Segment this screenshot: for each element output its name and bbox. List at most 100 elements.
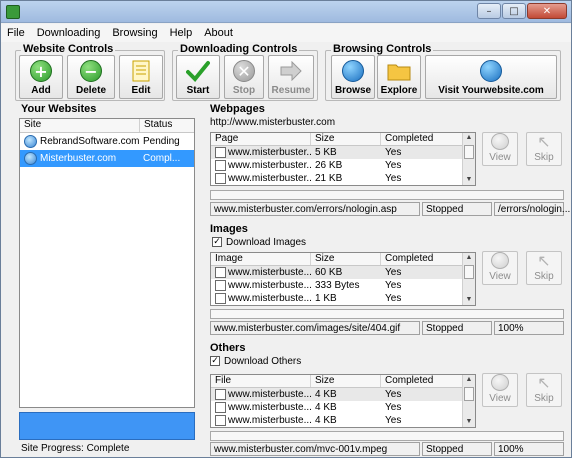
scroll-up-icon[interactable]: ▲ (463, 133, 475, 143)
group-title: Browsing Controls (331, 43, 434, 55)
download-images-option[interactable]: ✓ Download Images (212, 237, 306, 248)
scroll-up-icon[interactable]: ▲ (463, 375, 475, 385)
menu-about[interactable]: About (198, 27, 239, 39)
table-row[interactable]: www.misterbuste... 4 KB Yes (211, 414, 475, 427)
explore-button[interactable]: Explore (377, 55, 421, 99)
images-status-url: www.misterbuster.com/images/site/404.gif (210, 321, 420, 335)
resume-button[interactable]: Resume (268, 55, 314, 99)
arrow-right-icon (279, 59, 303, 83)
websites-list[interactable]: Site Status RebrandSoftware.com Pending … (19, 118, 195, 408)
vertical-scrollbar[interactable]: ▲ ▼ (462, 133, 475, 185)
column-size[interactable]: Size (311, 133, 381, 145)
window-controls: – □ ✕ (477, 3, 567, 19)
website-controls-group: Website Controls + Add − Delete Edit (15, 43, 165, 101)
group-title: Website Controls (21, 43, 116, 55)
visit-website-button[interactable]: Visit Yourwebsite.com (425, 55, 557, 99)
view-button[interactable]: View (482, 373, 518, 407)
column-size[interactable]: Size (311, 253, 381, 265)
page-icon (215, 159, 226, 171)
webpages-title: Webpages (210, 103, 265, 115)
globe-icon (480, 60, 502, 82)
vertical-scrollbar[interactable]: ▲ ▼ (462, 253, 475, 305)
start-button[interactable]: Start (176, 55, 220, 99)
table-row[interactable]: www.misterbuster... 26 KB Yes (211, 159, 475, 172)
webpages-table[interactable]: Page Size Completed www.misterbuster... … (210, 132, 476, 186)
stop-icon: ✕ (233, 60, 255, 82)
site-row[interactable]: Misterbuster.com Compl... (20, 150, 194, 167)
skip-button[interactable]: ↖ Skip (526, 132, 562, 166)
others-status-percent: 100% (494, 442, 564, 456)
images-progress-bar (210, 309, 564, 319)
websites-list-header: Site Status (20, 119, 194, 133)
column-site[interactable]: Site (20, 119, 140, 132)
table-row[interactable]: www.misterbuster... 21 KB Yes (211, 172, 475, 185)
menu-downloading[interactable]: Downloading (31, 27, 107, 39)
column-image[interactable]: Image (211, 253, 311, 265)
download-others-option[interactable]: ✓ Download Others (210, 356, 301, 367)
close-button[interactable]: ✕ (527, 3, 567, 19)
globe-icon (491, 374, 509, 391)
vertical-scrollbar[interactable]: ▲ ▼ (462, 375, 475, 427)
table-row[interactable]: www.misterbuste... 4 KB Yes (211, 388, 475, 401)
view-button[interactable]: View (482, 251, 518, 285)
others-table[interactable]: File Size Completed www.misterbuste... 4… (210, 374, 476, 428)
column-completed[interactable]: Completed (381, 375, 463, 387)
column-completed[interactable]: Completed (381, 133, 463, 145)
table-row[interactable]: www.misterbuste... 333 Bytes Yes (211, 279, 475, 292)
others-progress-bar (210, 431, 564, 441)
add-button[interactable]: + Add (19, 55, 63, 99)
file-icon (215, 388, 226, 400)
table-row[interactable]: www.misterbuste... 60 KB Yes (211, 266, 475, 279)
images-status-percent: 100% (494, 321, 564, 335)
scroll-down-icon[interactable]: ▼ (463, 295, 475, 305)
table-row[interactable]: www.misterbuster... 5 KB Yes (211, 146, 475, 159)
site-progress-bar (19, 412, 195, 440)
edit-button[interactable]: Edit (119, 55, 163, 99)
browsing-controls-group: Browsing Controls Browse Explore Visit Y… (325, 43, 561, 101)
images-table[interactable]: Image Size Completed www.misterbuste... … (210, 252, 476, 306)
delete-button[interactable]: − Delete (67, 55, 115, 99)
view-button[interactable]: View (482, 132, 518, 166)
maximize-button[interactable]: □ (502, 3, 526, 19)
cursor-icon: ↖ (537, 373, 551, 392)
download-others-checkbox[interactable]: ✓ (210, 356, 220, 367)
table-row[interactable]: www.misterbuste... 4 KB Yes (211, 401, 475, 414)
scroll-down-icon[interactable]: ▼ (463, 175, 475, 185)
stop-button[interactable]: ✕ Stop (224, 55, 264, 99)
menu-file[interactable]: File (1, 27, 31, 39)
site-progress-text: Site Progress: Complete (21, 443, 130, 454)
column-size[interactable]: Size (311, 375, 381, 387)
others-title: Others (210, 342, 246, 354)
scroll-down-icon[interactable]: ▼ (463, 417, 475, 427)
minimize-button[interactable]: – (477, 3, 501, 19)
cursor-icon: ↖ (537, 132, 551, 151)
skip-button[interactable]: ↖ Skip (526, 251, 562, 285)
image-file-icon (215, 279, 226, 291)
site-row[interactable]: RebrandSoftware.com Pending (20, 133, 194, 150)
webpages-status-path: /errors/nologin... (494, 202, 570, 216)
column-page[interactable]: Page (211, 133, 311, 145)
menu-help[interactable]: Help (164, 27, 199, 39)
webpages-progress-bar (210, 190, 564, 200)
column-status[interactable]: Status (140, 119, 194, 132)
globe-icon (491, 252, 509, 269)
column-file[interactable]: File (211, 375, 311, 387)
download-images-checkbox[interactable]: ✓ (212, 237, 222, 248)
scroll-up-icon[interactable]: ▲ (463, 253, 475, 263)
checkmark-icon (186, 59, 210, 83)
your-websites-title: Your Websites (21, 103, 97, 115)
minus-icon: − (80, 60, 102, 82)
column-completed[interactable]: Completed (381, 253, 463, 265)
app-icon (6, 5, 20, 19)
webpages-status-state: Stopped (422, 202, 492, 216)
image-file-icon (215, 292, 226, 304)
menu-browsing[interactable]: Browsing (106, 27, 163, 39)
file-icon (215, 401, 226, 413)
plus-icon: + (30, 60, 52, 82)
browse-button[interactable]: Browse (331, 55, 375, 99)
menu-bar: File Downloading Browsing Help About (1, 24, 571, 42)
globe-icon (342, 60, 364, 82)
file-icon (215, 414, 226, 426)
table-row[interactable]: www.misterbuste... 1 KB Yes (211, 292, 475, 305)
skip-button[interactable]: ↖ Skip (526, 373, 562, 407)
